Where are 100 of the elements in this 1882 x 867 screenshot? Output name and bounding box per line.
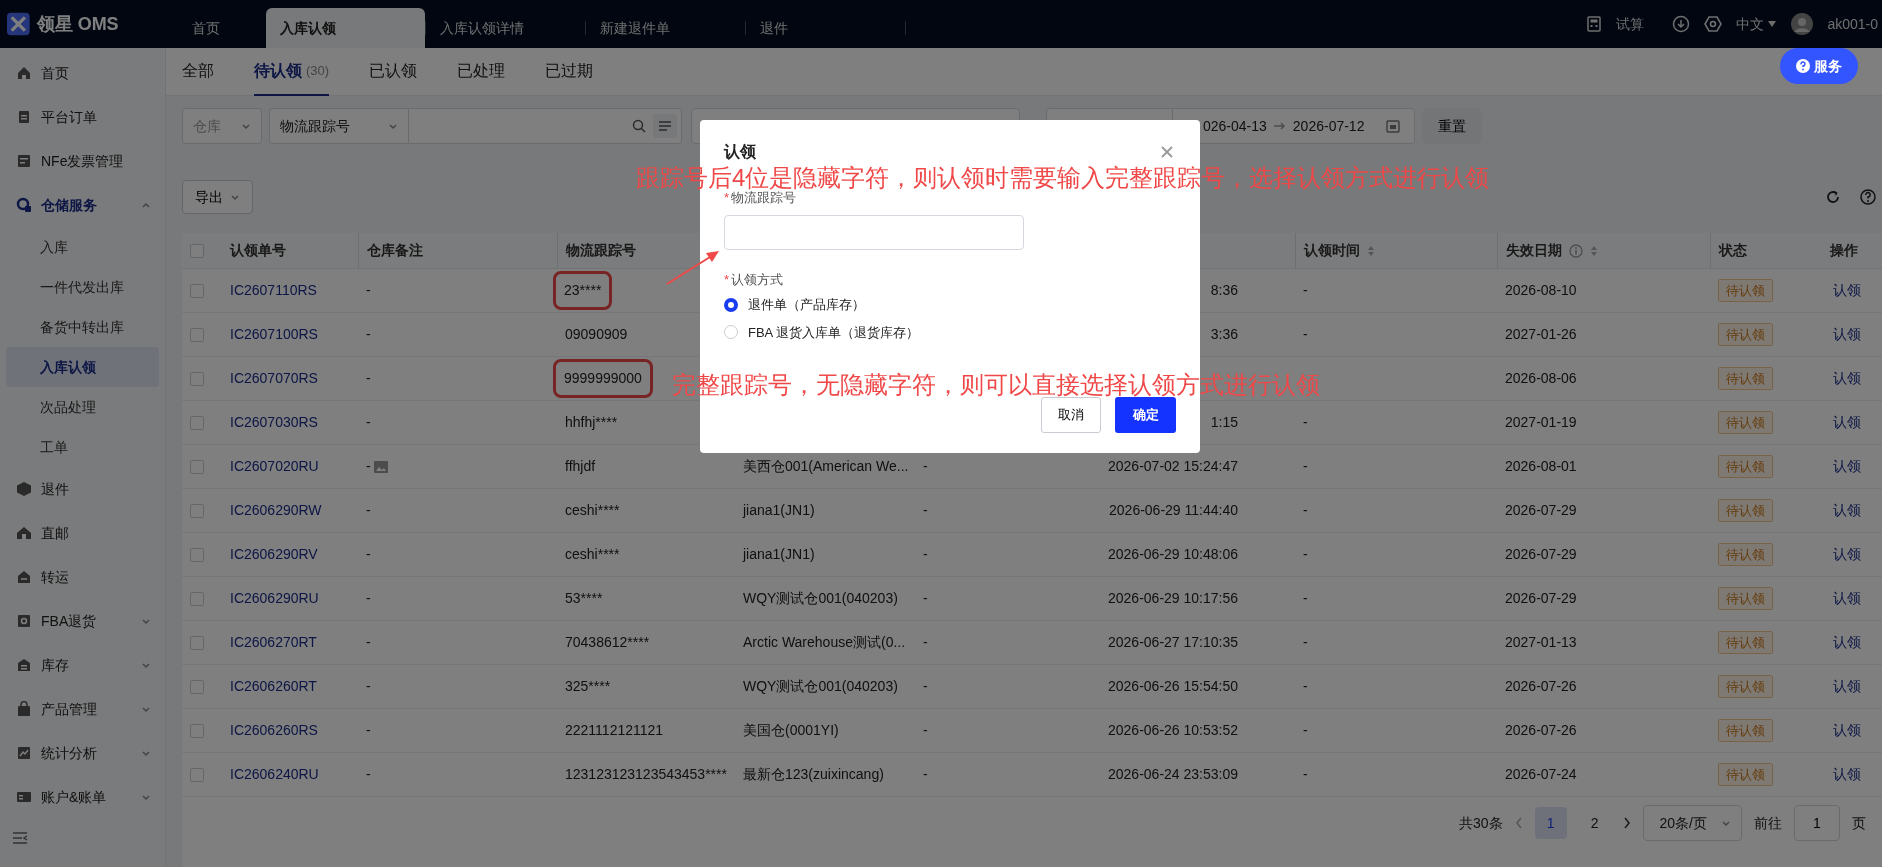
avatar-icon[interactable] (1791, 13, 1814, 35)
status-tab[interactable]: 待认领 (30) (254, 47, 330, 96)
sidebar-subitem[interactable]: 工单 (6, 427, 159, 467)
radio-label[interactable]: FBA 退货入库单（退货库存） (748, 322, 920, 342)
checkbox[interactable] (190, 547, 204, 562)
sidebar-item[interactable]: 首页 (0, 51, 165, 95)
language-dropdown[interactable]: 中文 (1735, 13, 1778, 35)
reset-button[interactable]: 重置 (1422, 108, 1482, 144)
sidebar-item[interactable]: 平台订单 (0, 95, 165, 139)
claim-link[interactable]: 认领 (1833, 368, 1861, 389)
status-tab[interactable]: 已处理 (457, 47, 506, 96)
claim-link[interactable]: 认领 (1833, 544, 1861, 565)
order-link[interactable]: IC2606260RS (230, 720, 318, 741)
sidebar-item[interactable]: 退件 (0, 467, 165, 511)
checkbox[interactable] (190, 243, 204, 258)
sidebar-subitem[interactable]: 次品处理 (6, 387, 159, 427)
sidebar-item[interactable]: 转运 (0, 555, 165, 599)
sidebar-item[interactable]: 直邮 (0, 511, 165, 555)
order-link[interactable]: IC2606290RW (230, 500, 322, 521)
checkbox[interactable] (190, 415, 204, 430)
checkbox[interactable] (190, 723, 204, 738)
sidebar-item[interactable]: 库存 (0, 643, 165, 687)
order-link[interactable]: IC2607070RS (230, 368, 318, 389)
checkbox[interactable] (190, 767, 204, 782)
checkbox[interactable] (190, 327, 204, 342)
refresh-icon[interactable] (1826, 190, 1840, 204)
order-link[interactable]: IC2607110RS (230, 280, 317, 301)
tab[interactable]: 首页 (178, 8, 266, 48)
order-link[interactable]: IC2606290RU (230, 588, 319, 609)
checkbox[interactable] (190, 679, 204, 694)
claim-link[interactable]: 认领 (1833, 324, 1861, 345)
claim-link[interactable]: 认领 (1833, 720, 1861, 741)
tab[interactable]: 退件 (746, 8, 905, 48)
sidebar-subitem[interactable]: 入库认领 (6, 347, 159, 387)
checkbox[interactable] (190, 371, 204, 386)
sidebar-subitem[interactable]: 一件代发出库 (6, 267, 159, 307)
service-button[interactable]: 服务 (1780, 48, 1858, 84)
order-link[interactable]: IC2607030RS (230, 412, 318, 433)
checkbox[interactable] (190, 503, 204, 518)
claim-link[interactable]: 认领 (1833, 280, 1861, 301)
status-tab[interactable]: 全部 (182, 47, 214, 96)
chevron-right-icon[interactable] (1622, 817, 1631, 829)
checkbox[interactable] (190, 283, 204, 298)
order-link[interactable]: IC2607100RS (230, 324, 318, 345)
search-type-select[interactable]: 物流跟踪号 (269, 108, 409, 144)
page-size-select[interactable]: 20条/页 (1642, 805, 1742, 841)
calendar-icon[interactable] (1386, 119, 1400, 133)
help-icon[interactable] (1860, 189, 1876, 205)
page-button[interactable]: 2 (1578, 807, 1611, 839)
export-button[interactable]: 导出 (182, 180, 253, 214)
claim-link[interactable]: 认领 (1833, 500, 1861, 521)
claim-link[interactable]: 认领 (1833, 588, 1861, 609)
radio-button[interactable] (724, 297, 738, 312)
sidebar-subitem[interactable]: 备货中转出库 (6, 307, 159, 347)
calculate-link[interactable]: 试算 (1615, 13, 1644, 35)
sidebar-item[interactable]: 仓储服务 (0, 183, 165, 227)
order-link[interactable]: IC2606290RV (230, 544, 318, 565)
download-icon[interactable] (1671, 15, 1690, 33)
search-icon[interactable] (632, 119, 646, 133)
sidebar-subitem[interactable]: 入库 (6, 227, 159, 267)
checkbox[interactable] (190, 459, 204, 474)
claim-link[interactable]: 认领 (1833, 456, 1861, 477)
image-icon[interactable] (374, 460, 389, 473)
search-field[interactable] (409, 108, 682, 144)
tracking-input[interactable] (724, 214, 1024, 250)
list-icon[interactable] (653, 114, 677, 138)
page-input[interactable]: 1 (1794, 805, 1840, 841)
tab[interactable]: 入库认领 (266, 8, 425, 48)
radio-label[interactable]: 退件单（产品库存） (748, 295, 865, 315)
tab[interactable]: 入库认领详情 (426, 8, 585, 48)
sort-icon[interactable] (1590, 244, 1598, 257)
order-link[interactable]: IC2606260RT (230, 676, 317, 697)
info-icon[interactable] (1569, 243, 1583, 258)
page-button[interactable]: 1 (1534, 807, 1567, 839)
claim-link[interactable]: 认领 (1833, 412, 1861, 433)
claim-link[interactable]: 认领 (1833, 764, 1861, 785)
checkbox[interactable] (190, 635, 204, 650)
order-link[interactable]: IC2606240RU (230, 764, 319, 785)
chevron-left-icon[interactable] (1514, 817, 1523, 829)
user-name[interactable]: ak001-0 (1827, 13, 1878, 35)
sidebar-item[interactable]: FBA退货 (0, 599, 165, 643)
status-tab[interactable]: 已过期 (545, 47, 594, 96)
cancel-button[interactable]: 取消 (1041, 397, 1101, 433)
claim-link[interactable]: 认领 (1833, 676, 1861, 697)
close-icon[interactable] (1160, 146, 1173, 158)
sidebar-item[interactable]: 产品管理 (0, 687, 165, 731)
sidebar-item[interactable]: 账户&账单 (0, 775, 165, 819)
status-tab[interactable]: 已认领 (369, 47, 418, 96)
sidebar-item[interactable]: NFe发票管理 (0, 139, 165, 183)
tab[interactable]: 新建退件单 (586, 8, 745, 48)
order-link[interactable]: IC2607020RU (230, 456, 319, 477)
checkbox[interactable] (190, 591, 204, 606)
claim-link[interactable]: 认领 (1833, 632, 1861, 653)
calculator-icon[interactable] (1585, 16, 1602, 32)
order-link[interactable]: IC2606270RT (230, 632, 317, 653)
confirm-button[interactable]: 确定 (1115, 397, 1176, 433)
settings-icon[interactable] (1703, 15, 1722, 33)
sort-icon[interactable] (1367, 244, 1375, 257)
sidebar-item[interactable]: 统计分析 (0, 731, 165, 775)
collapse-icon[interactable] (12, 831, 28, 845)
